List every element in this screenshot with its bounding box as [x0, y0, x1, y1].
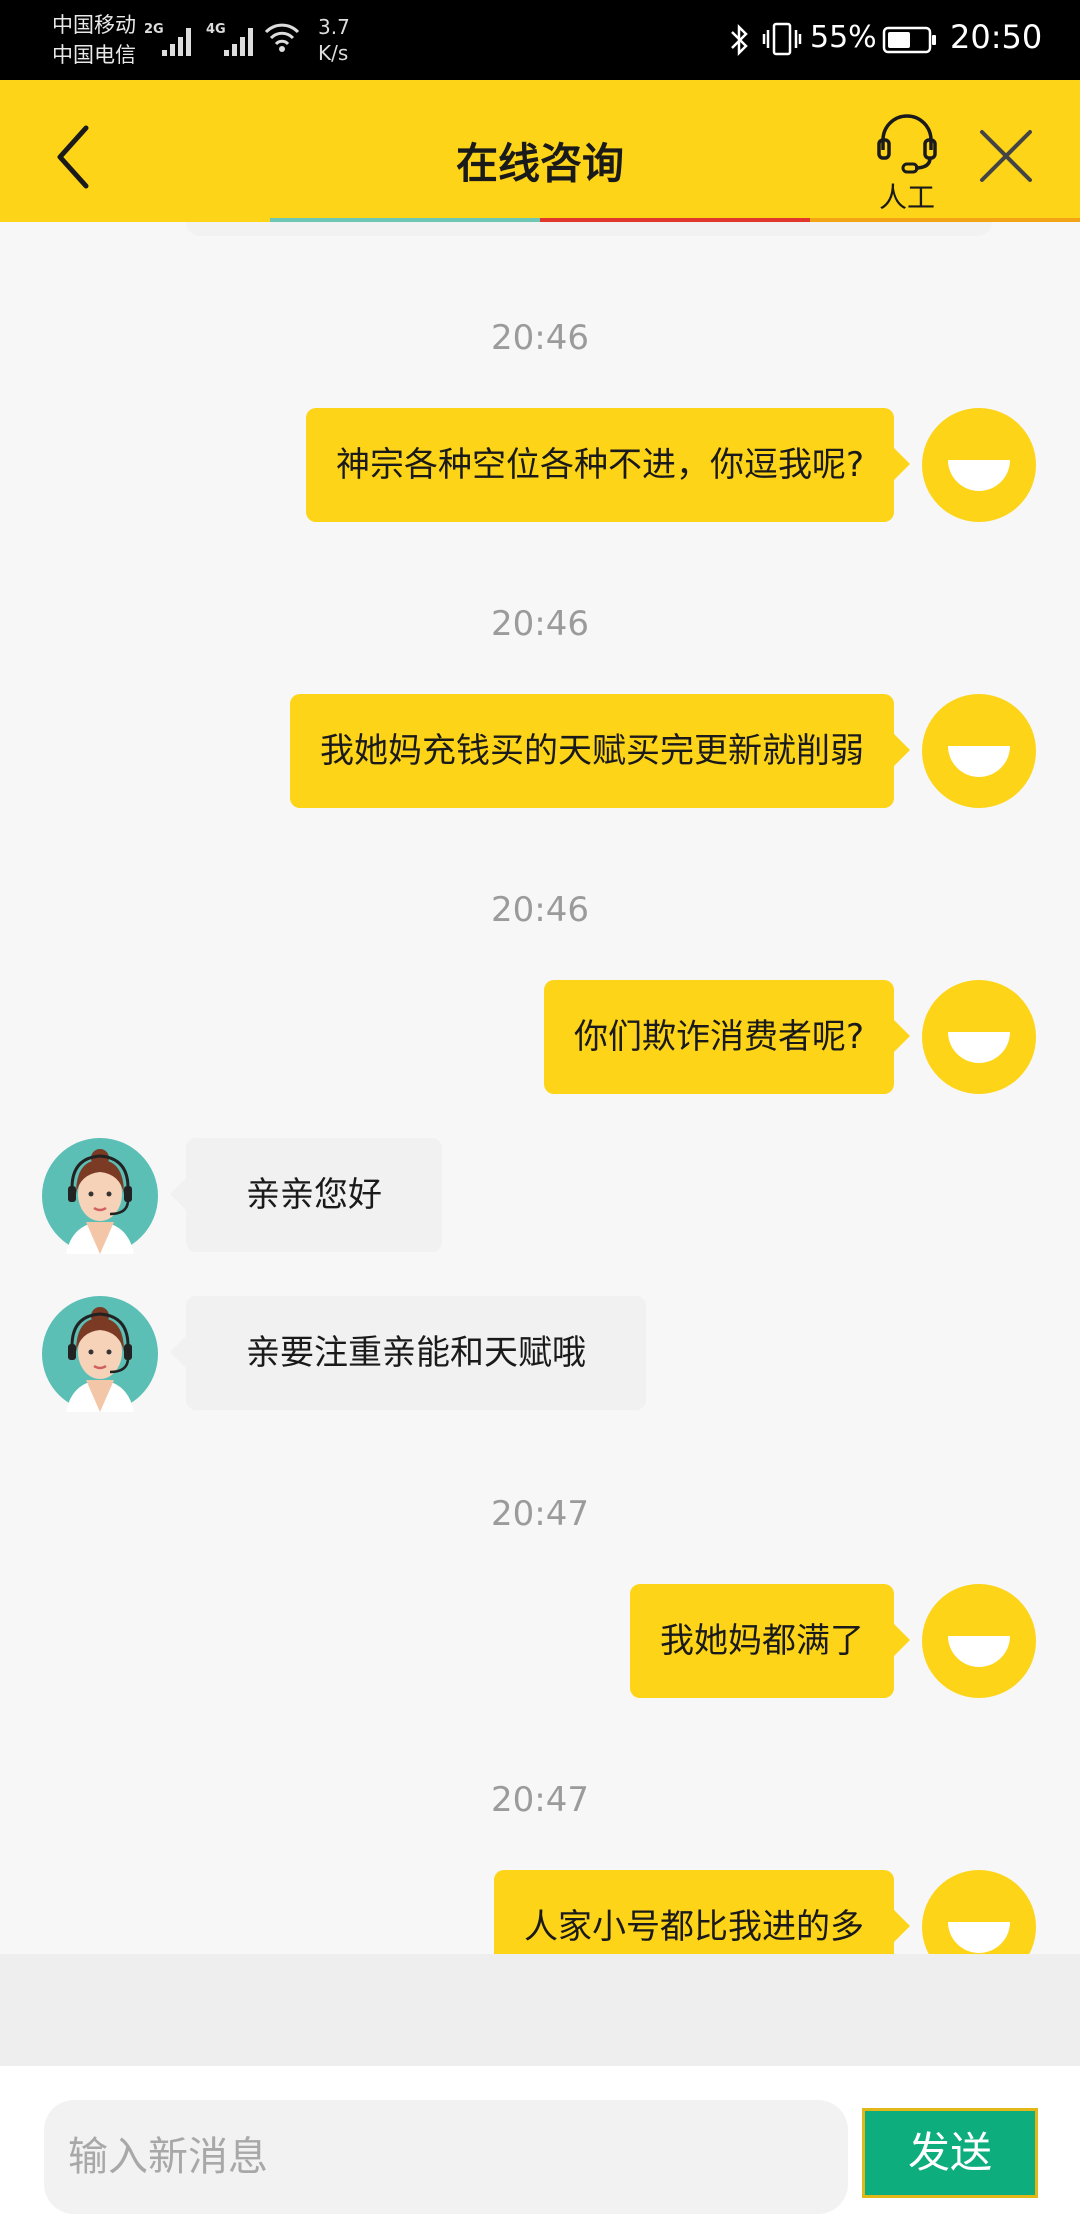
human-agent-button[interactable]: 人工 — [872, 110, 942, 220]
headset-icon — [877, 114, 937, 174]
app-header: 在线咨询 人工 — [0, 80, 1080, 222]
wifi-icon — [264, 23, 300, 52]
vibrate-icon — [762, 22, 802, 56]
close-icon — [980, 130, 1032, 182]
message-timestamp: 20:47 — [491, 1494, 589, 1534]
network-speed: 3.7 K/s — [318, 14, 350, 66]
agent-avatar[interactable] — [42, 1296, 158, 1412]
status-time: 20:50 — [950, 18, 1043, 56]
user-avatar[interactable] — [922, 408, 1036, 522]
signal-bars-1-icon — [162, 28, 191, 56]
message-composer: 发送 — [0, 2066, 1080, 2240]
send-button[interactable]: 发送 — [862, 2108, 1038, 2198]
agent-message-bubble[interactable]: 亲要注重亲能和天赋哦 — [170, 1296, 646, 1410]
user-avatar[interactable] — [922, 1584, 1036, 1698]
previous-card-edge — [186, 222, 992, 236]
user-message-bubble[interactable]: 我她妈充钱买的天赋买完更新就削弱 — [290, 694, 910, 808]
user-message-bubble[interactable]: 神宗各种空位各种不进，你逗我呢? — [305, 408, 911, 522]
human-agent-label: 人工 — [878, 181, 935, 214]
user-message-bubble[interactable]: 人家小号都比我进的多 — [494, 1870, 910, 1954]
battery-icon — [882, 26, 936, 54]
agent-avatar[interactable] — [42, 1138, 158, 1254]
message-input[interactable] — [44, 2100, 848, 2214]
user-avatar[interactable] — [922, 694, 1036, 808]
speed-value: 3.7 — [318, 15, 350, 39]
bluetooth-icon — [731, 23, 748, 57]
user-message-bubble[interactable]: 我她妈都满了 — [630, 1584, 910, 1698]
speed-unit: K/s — [318, 41, 349, 65]
signal-bars-2-icon — [224, 28, 253, 56]
message-timestamp: 20:46 — [491, 604, 589, 644]
carrier-2: 中国电信 — [52, 43, 136, 67]
user-avatar[interactable] — [922, 1870, 1036, 1954]
close-button[interactable] — [978, 128, 1034, 184]
carrier-labels: 中国移动 中国电信 — [52, 10, 136, 70]
message-timestamp: 20:47 — [491, 1780, 589, 1820]
status-bar: 中国移动 中国电信 2G 4G 3.7 K/s 55% 20:50 — [0, 0, 1080, 80]
user-message-bubble[interactable]: 你们欺诈消费者呢? — [543, 980, 911, 1094]
message-timestamp: 20:46 — [491, 318, 589, 358]
chat-message-list[interactable]: 20:46 神宗各种空位各种不进，你逗我呢? 20:46 我她妈充钱买的天赋买完… — [0, 222, 1080, 1954]
user-avatar[interactable] — [922, 980, 1036, 1094]
battery-percent: 55% — [810, 20, 877, 55]
composer-spacer — [0, 1954, 1080, 2066]
agent-message-bubble[interactable]: 亲亲您好 — [170, 1138, 442, 1252]
message-timestamp: 20:46 — [491, 890, 589, 930]
carrier-1: 中国移动 — [52, 13, 136, 37]
